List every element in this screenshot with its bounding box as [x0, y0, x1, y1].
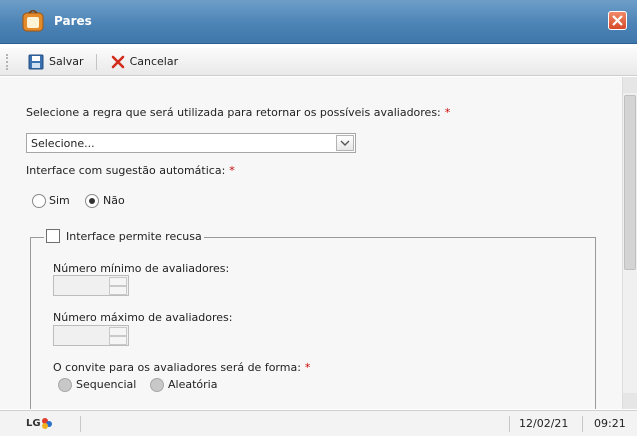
toolbar-separator [95, 53, 97, 70]
required-mark: * [304, 361, 311, 374]
scroll-down-icon[interactable] [623, 393, 637, 409]
save-button[interactable]: Salvar [22, 52, 90, 72]
rule-label-row: Selecione a regra que será utilizada par… [26, 106, 450, 119]
radio-aleatoria[interactable] [150, 378, 164, 392]
invite-label-row: O convite para os avaliadores será de fo… [53, 361, 310, 374]
scroll-up-icon[interactable] [623, 77, 637, 93]
cancel-label: Cancelar [129, 55, 179, 68]
close-icon [612, 15, 623, 26]
required-mark: * [229, 164, 235, 177]
min-stepper[interactable] [53, 275, 129, 296]
rule-label: Selecione a regra que será utilizada par… [26, 106, 441, 119]
max-stepper[interactable] [53, 325, 129, 346]
form-area: Selecione a regra que será utilizada par… [0, 77, 622, 409]
radio-sequencial[interactable] [58, 378, 72, 392]
cancel-icon [111, 55, 124, 68]
vertical-scrollbar[interactable] [622, 77, 637, 409]
max-label: Número máximo de avaliadores: [53, 311, 233, 324]
radio-nao-label: Não [103, 194, 125, 207]
status-date: 12/02/21 [519, 417, 569, 430]
chevron-down-icon[interactable] [336, 135, 354, 151]
stepper-down-icon[interactable] [109, 286, 127, 295]
radio-sequencial-label: Sequencial [76, 378, 137, 391]
rule-select[interactable]: Selecione... [26, 133, 356, 153]
min-label: Número mínimo de avaliadores: [53, 262, 230, 275]
toolbar: Salvar Cancelar [0, 48, 637, 76]
cancel-button[interactable]: Cancelar [105, 53, 185, 71]
stepper-up-icon[interactable] [109, 327, 127, 336]
window-title: Pares [54, 14, 92, 28]
save-label: Salvar [49, 55, 84, 68]
rule-select-value: Selecione... [31, 136, 95, 150]
radio-aleatoria-label: Aleatória [168, 378, 218, 391]
status-time: 09:21 [594, 417, 626, 430]
lg-logo-text: LG [26, 418, 41, 429]
status-bar: LG 12/02/21 09:21 [0, 410, 637, 436]
suggestion-label: Interface com sugestão automática: [26, 164, 226, 177]
radio-nao[interactable] [85, 194, 99, 208]
toolbar-grip[interactable] [6, 53, 14, 70]
stepper-down-icon[interactable] [109, 336, 127, 345]
title-bar: Pares [0, 0, 637, 44]
radio-sim[interactable] [32, 194, 46, 208]
close-button[interactable] [608, 11, 627, 30]
scroll-thumb[interactable] [624, 95, 636, 270]
stepper-up-icon[interactable] [109, 277, 127, 286]
suggestion-label-row: Interface com sugestão automática: * [26, 164, 235, 177]
lg-logo: LG [26, 417, 53, 430]
refusal-checkbox[interactable] [46, 229, 60, 243]
status-separator [80, 416, 81, 432]
invite-label: O convite para os avaliadores será de fo… [53, 361, 301, 374]
refusal-label: Interface permite recusa [66, 229, 202, 243]
app-icon [22, 10, 44, 32]
status-separator [582, 416, 583, 432]
status-separator [509, 416, 510, 432]
save-icon [28, 54, 44, 69]
refusal-legend: Interface permite recusa [44, 229, 204, 243]
lg-logo-icon [41, 418, 52, 429]
radio-sim-label: Sim [49, 194, 70, 207]
required-mark: * [444, 106, 451, 119]
